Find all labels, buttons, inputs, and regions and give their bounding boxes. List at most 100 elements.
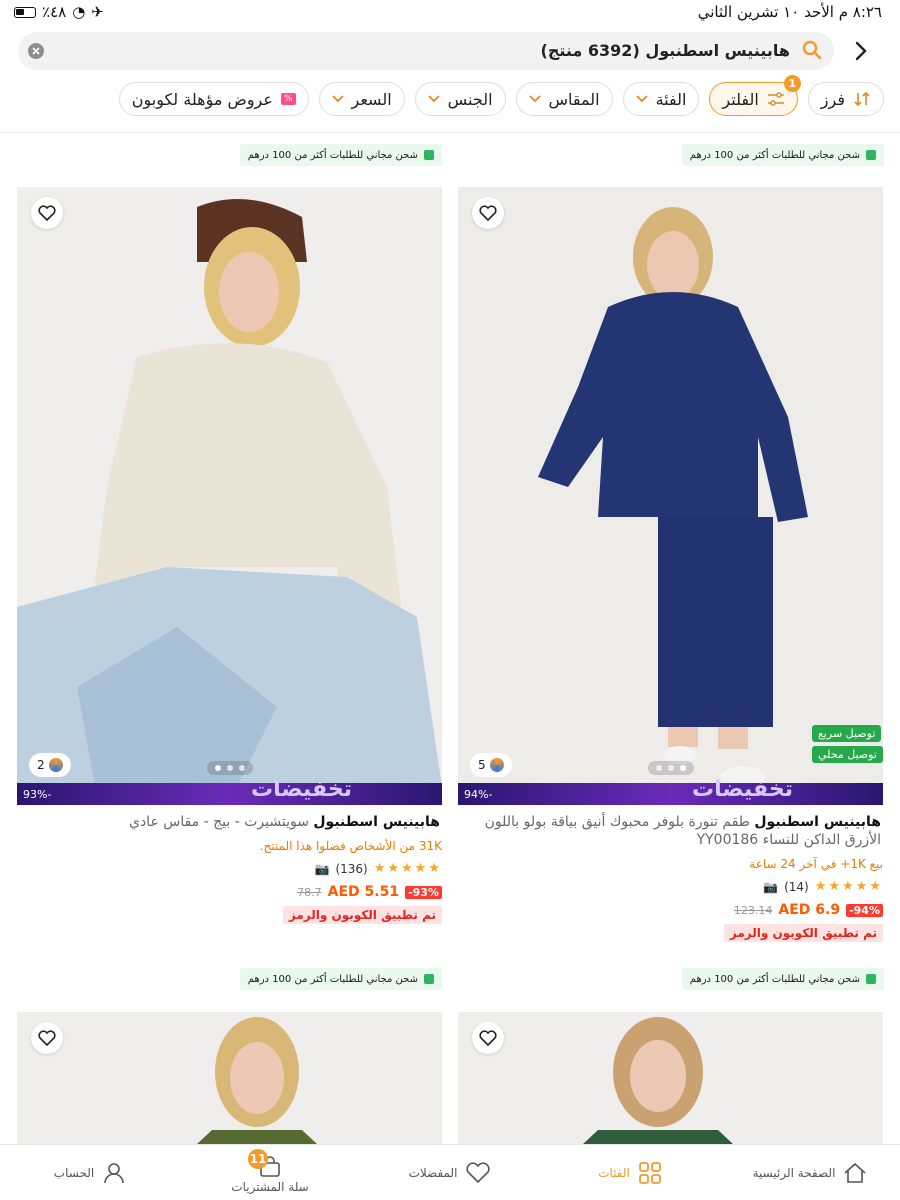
battery-level: ٪٤٨ xyxy=(42,3,67,21)
cart-count-badge: 11 xyxy=(248,1149,268,1169)
gift-icon xyxy=(866,150,876,160)
chevron-right-icon xyxy=(855,41,867,61)
chip-label: الجنس xyxy=(447,89,493,109)
camera-icon: 📷 xyxy=(763,879,779,894)
product-brand: هابينيس اسطنبول xyxy=(313,814,440,830)
tab-favorites[interactable]: المفضلات xyxy=(360,1145,540,1200)
gift-icon xyxy=(866,974,876,984)
back-button[interactable] xyxy=(846,36,876,66)
local-delivery-badge: توصيل محلي xyxy=(811,746,883,763)
shipping-text: شحن مجاني للطلبات أكثر من 100 درهم xyxy=(689,973,860,985)
product-title[interactable]: هابينيس اسطنبول سويتشيرت - بيج - مقاس عا… xyxy=(17,813,442,831)
product-name: سويتشيرت - بيج - مقاس عادي xyxy=(128,814,309,830)
product-brand: هابينيس اسطنبول xyxy=(754,814,881,830)
color-count[interactable]: 2 xyxy=(29,753,71,777)
chip-label: المقاس xyxy=(548,89,600,109)
heart-icon xyxy=(38,1030,56,1046)
camera-icon: 📷 xyxy=(314,861,330,876)
free-shipping-bar: شحن مجاني للطلبات أكثر من 100 درهم xyxy=(681,968,884,990)
sale-banner: تخفيضات 93%- xyxy=(17,777,442,805)
coupon-tag-icon: % xyxy=(280,93,296,105)
filter-chip[interactable]: 1 الفلتر xyxy=(709,75,801,116)
review-count: (136) xyxy=(335,861,368,876)
tab-label: الحساب xyxy=(53,1165,95,1180)
heart-icon xyxy=(479,205,497,221)
product-card[interactable] xyxy=(458,1012,883,1144)
sort-icon xyxy=(854,91,870,107)
wishlist-button[interactable] xyxy=(472,1022,504,1054)
wishlist-button[interactable] xyxy=(31,1022,63,1054)
wishlist-button[interactable] xyxy=(472,197,504,229)
product-photo xyxy=(458,187,883,805)
tab-categories[interactable]: الفئات xyxy=(540,1145,720,1200)
tab-label: المفضلات xyxy=(408,1165,458,1180)
heart-icon xyxy=(38,205,56,221)
free-shipping-bar: شحن مجاني للطلبات أكثر من 100 درهم xyxy=(681,144,884,166)
heart-icon xyxy=(466,1161,491,1183)
product-image[interactable]: 2 تخفيضات 93%- xyxy=(17,187,442,805)
chevron-down-icon xyxy=(635,95,648,103)
search-row: هابينيس اسطنبول (6392 منتج) xyxy=(18,32,888,70)
tab-cart[interactable]: 11 سلة المشتريات xyxy=(180,1145,360,1200)
shipping-text: شحن مجاني للطلبات أكثر من 100 درهم xyxy=(247,149,418,161)
search-query: هابينيس اسطنبول (6392 منتج) xyxy=(540,41,790,60)
color-count[interactable]: 5 xyxy=(470,753,512,777)
categories-icon xyxy=(638,1161,661,1184)
old-price: 123.14 xyxy=(733,903,773,917)
product-image[interactable]: توصيل سريع توصيل محلي 5 تخفيضات 94%- xyxy=(458,187,883,805)
product-card[interactable] xyxy=(17,1012,442,1144)
product-card[interactable]: توصيل سريع توصيل محلي 5 تخفيضات 94%- هاب… xyxy=(458,187,883,942)
product-title[interactable]: هابينيس اسطنبول طقم تنورة بلوفر محبوك أن… xyxy=(458,813,883,849)
shipping-text: شحن مجاني للطلبات أكثر من 100 درهم xyxy=(247,973,418,985)
chip-label: عروض مؤهلة لكوبون xyxy=(131,89,273,109)
clear-search-button[interactable] xyxy=(28,43,44,59)
tab-label: الصفحة الرئيسية xyxy=(752,1165,836,1180)
wifi-icon: ◔ xyxy=(72,3,86,21)
gift-icon xyxy=(424,150,434,160)
price-row: 93%- AED 5.51 78.7 xyxy=(17,884,442,900)
tab-label: الفئات xyxy=(598,1165,630,1180)
system-icons: ٪٤٨ ◔ ✈ xyxy=(14,3,104,21)
discount-badge: 93%- xyxy=(405,885,442,899)
shipping-text: شحن مجاني للطلبات أكثر من 100 درهم xyxy=(689,149,860,161)
product-card[interactable]: 2 تخفيضات 93%- هابينيس اسطنبول سويتشيرت … xyxy=(17,187,442,924)
battery-icon xyxy=(14,6,36,18)
price-chip[interactable]: السعر xyxy=(318,82,405,116)
filter-count-badge: 1 xyxy=(783,75,801,92)
sale-banner-text: تخفيضات xyxy=(251,777,352,802)
heart-icon xyxy=(479,1030,497,1046)
chevron-down-icon xyxy=(528,95,541,103)
gender-chip[interactable]: الجنس xyxy=(414,82,506,116)
bottom-tab-bar: الصفحة الرئيسية الفئات المفضلات 11 سلة ا… xyxy=(0,1144,900,1200)
price-row: 94%- AED 6.9 123.14 xyxy=(458,902,883,918)
color-swatch-icon xyxy=(48,758,63,772)
tab-account[interactable]: الحساب xyxy=(0,1145,180,1200)
product-photo xyxy=(17,1012,442,1144)
account-icon xyxy=(104,1162,125,1183)
status-time: ٨:٢٦ م الأحد ١٠ تشرين الثاني xyxy=(697,3,882,21)
category-chip[interactable]: الفئة xyxy=(622,82,700,116)
filter-bar: فرز 1 الفلتر الفئة المقاس الجنس السعر % … xyxy=(118,75,884,118)
filter-icon xyxy=(767,92,784,106)
search-input[interactable]: هابينيس اسطنبول (6392 منتج) xyxy=(18,32,834,70)
sale-banner-text: تخفيضات xyxy=(692,777,793,802)
airplane-icon: ✈ xyxy=(91,3,104,21)
wishlist-button[interactable] xyxy=(31,197,63,229)
current-price: AED 5.51 xyxy=(327,884,400,900)
coupon-applied: تم تطبيق الكوبون والرمز xyxy=(723,924,883,942)
tab-label: سلة المشتريات xyxy=(231,1179,309,1194)
divider xyxy=(0,132,900,133)
free-shipping-bar: شحن مجاني للطلبات أكثر من 100 درهم xyxy=(239,144,442,166)
tab-home[interactable]: الصفحة الرئيسية xyxy=(720,1145,900,1200)
old-price: 78.7 xyxy=(297,885,322,899)
review-count: (14) xyxy=(784,879,809,894)
image-pager xyxy=(206,761,253,775)
free-shipping-bar: شحن مجاني للطلبات أكثر من 100 درهم xyxy=(239,968,442,990)
sort-chip[interactable]: فرز xyxy=(807,82,884,116)
rating: ★★★★★ (14) 📷 xyxy=(458,879,883,894)
product-image[interactable] xyxy=(17,1012,442,1144)
chip-label: الفلتر xyxy=(722,89,759,109)
size-chip[interactable]: المقاس xyxy=(515,82,613,116)
coupon-offers-chip[interactable]: % عروض مؤهلة لكوبون xyxy=(118,82,309,116)
product-image[interactable] xyxy=(458,1012,883,1144)
